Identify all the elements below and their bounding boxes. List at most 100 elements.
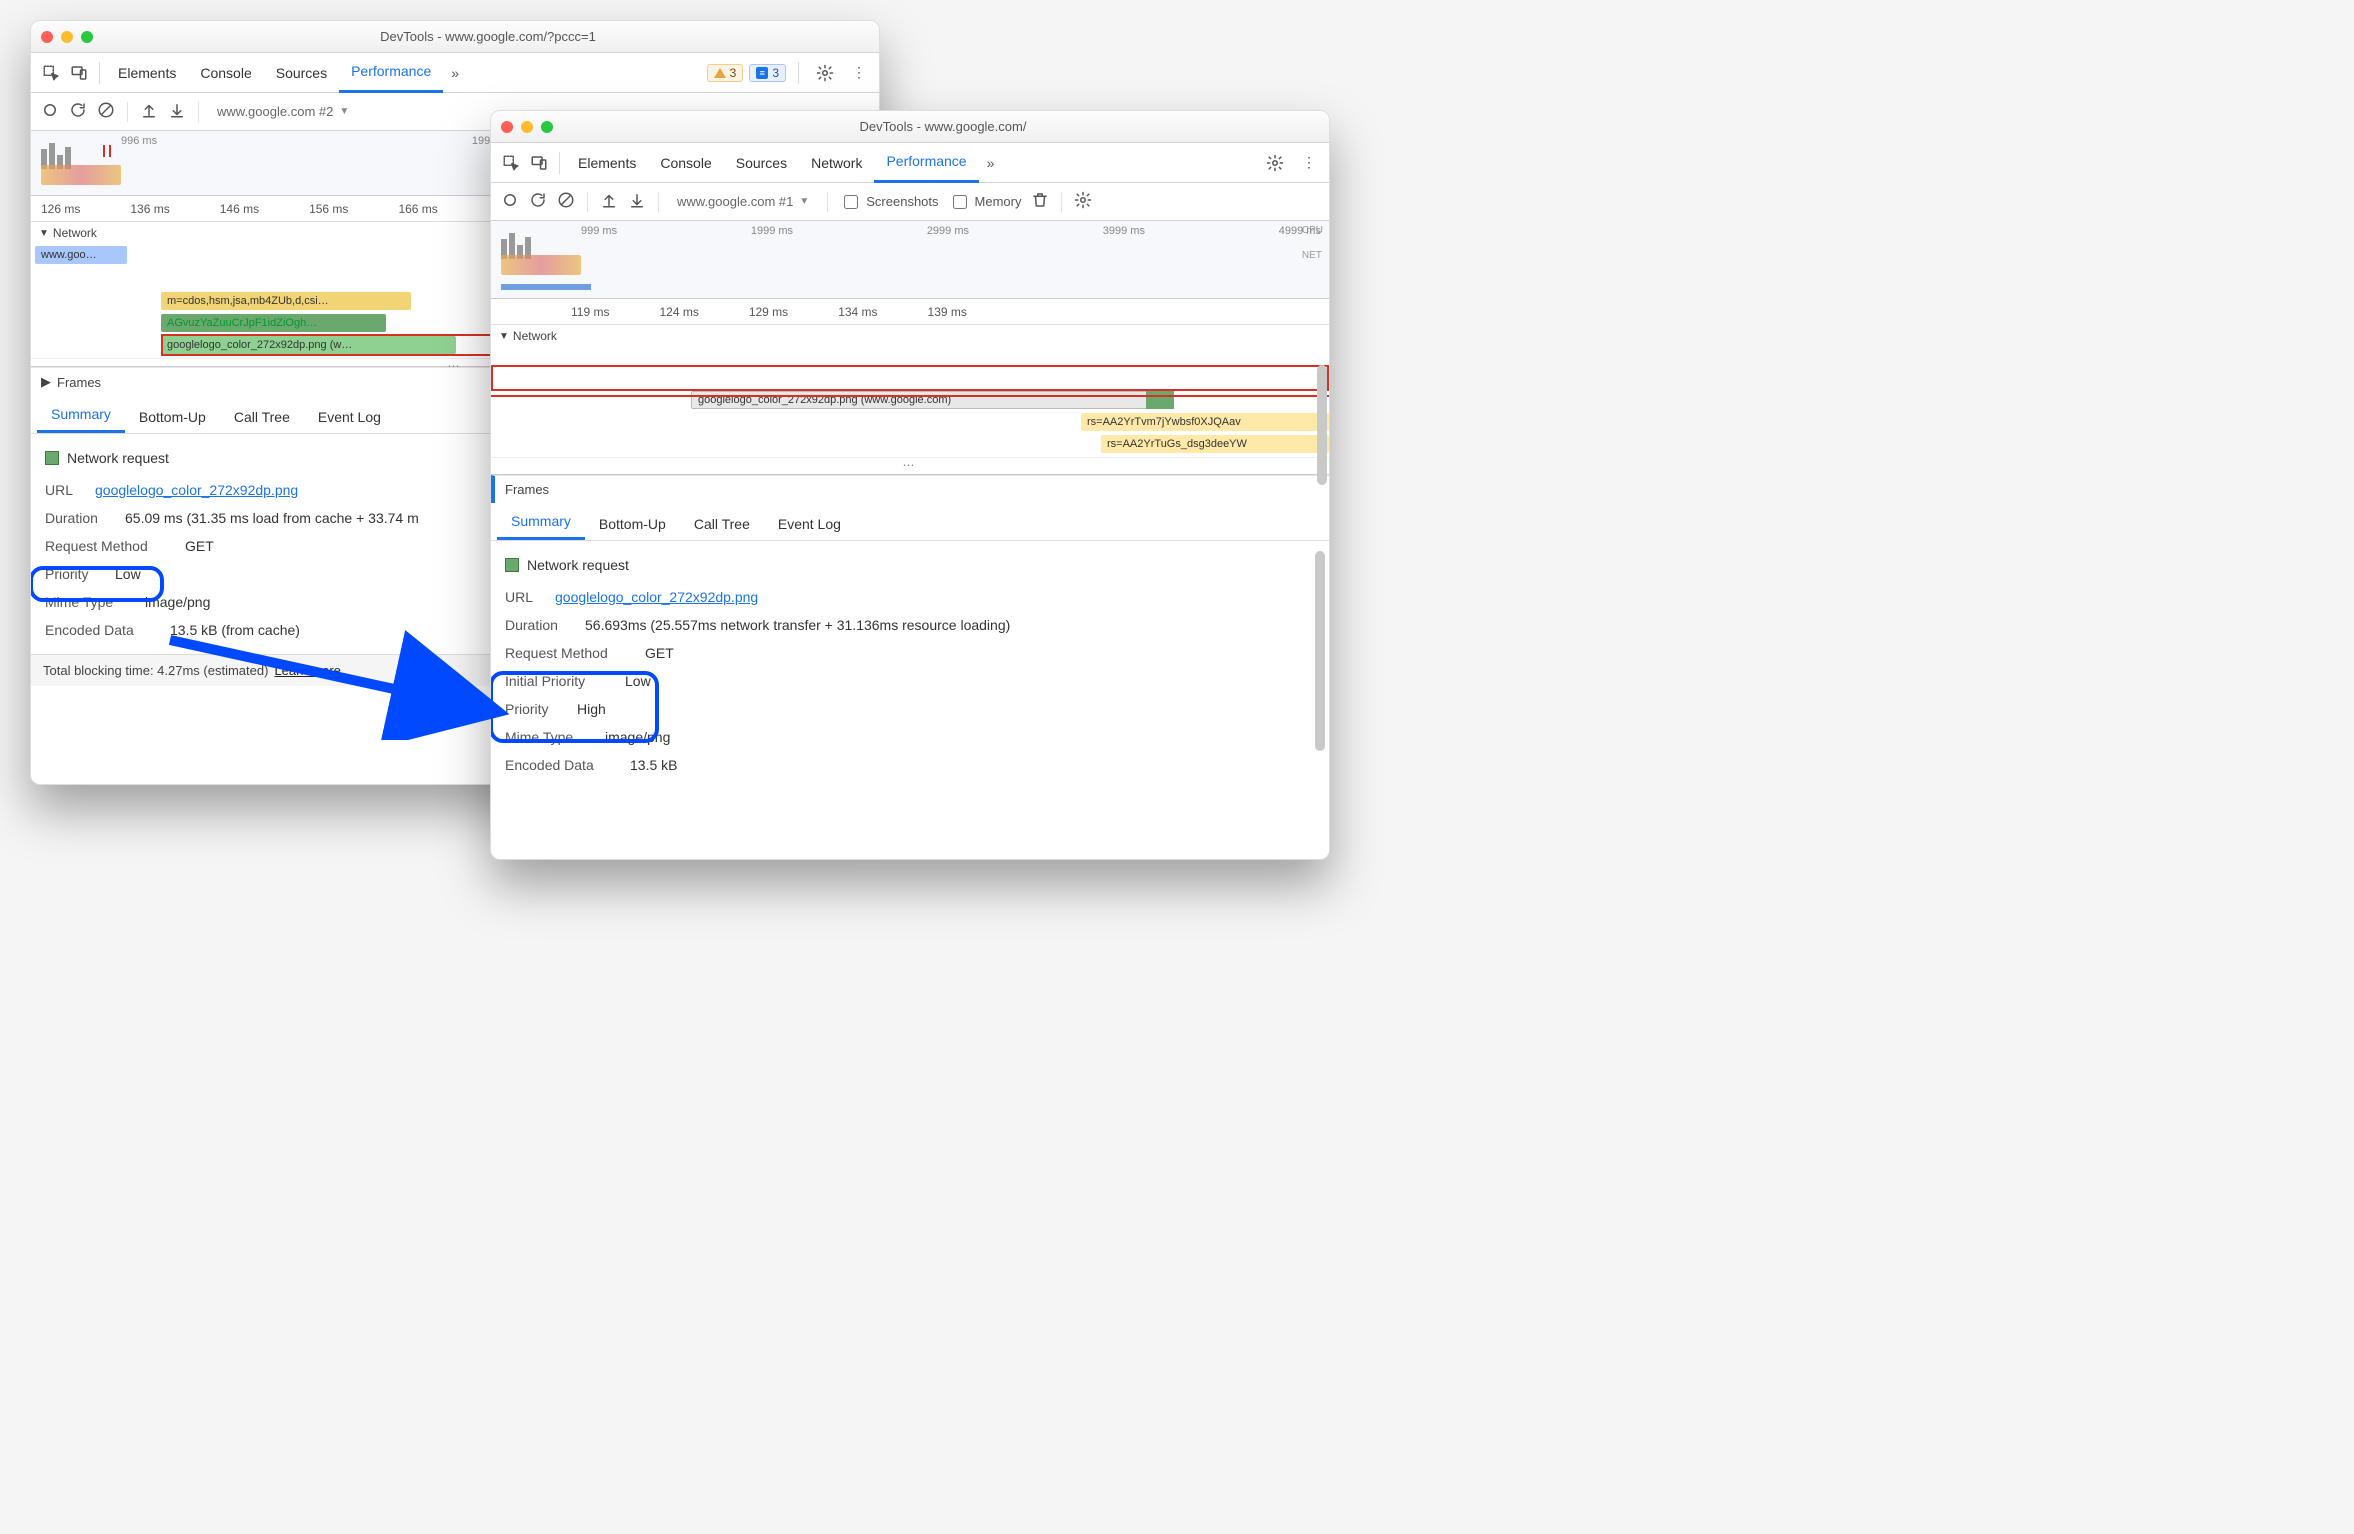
close-icon[interactable] <box>41 31 53 43</box>
minimize-icon[interactable] <box>61 31 73 43</box>
panel-heading: Network request <box>527 551 629 579</box>
clear-icon[interactable] <box>557 191 575 212</box>
recording-select[interactable]: www.google.com #1▼ <box>671 194 815 209</box>
kebab-icon[interactable]: ⋮ <box>1295 149 1323 177</box>
track-resize-handle[interactable]: ⋯ <box>491 457 1329 477</box>
info-badge[interactable]: ≡3 <box>749 64 786 82</box>
main-tabbar: Elements Console Sources Performance » 3… <box>31 53 879 93</box>
devtools-window-b: DevTools - www.google.com/ Elements Cons… <box>490 110 1330 860</box>
recording-select[interactable]: www.google.com #2▼ <box>211 104 355 119</box>
encoded-value: 13.5 kB <box>630 751 677 779</box>
panel-heading: Network request <box>67 444 169 472</box>
tab-elements[interactable]: Elements <box>106 53 188 93</box>
details-tabs: Summary Bottom-Up Call Tree Event Log <box>491 503 1329 541</box>
tab-console[interactable]: Console <box>648 143 723 183</box>
settings-icon[interactable] <box>811 59 839 87</box>
reload-icon[interactable] <box>529 191 547 212</box>
net-request-bar[interactable]: googlelogo_color_272x92dp.png (w… <box>161 336 456 354</box>
duration-value: 56.693ms (25.557ms network transfer + 31… <box>585 611 1010 639</box>
mime-label: Mime Type <box>45 588 135 616</box>
tab-sources[interactable]: Sources <box>724 143 799 183</box>
more-tabs-icon[interactable]: » <box>979 155 1003 171</box>
upload-icon[interactable] <box>140 101 158 122</box>
tab-console[interactable]: Console <box>188 53 263 93</box>
scrollbar[interactable] <box>1317 365 1327 485</box>
clear-icon[interactable] <box>97 101 115 122</box>
priority-label: Priority <box>505 695 567 723</box>
kebab-icon[interactable]: ⋮ <box>845 59 873 87</box>
time-ruler[interactable]: 119 ms 124 ms 129 ms 134 ms 139 ms <box>491 299 1329 325</box>
tab-network[interactable]: Network <box>799 143 874 183</box>
window-title: DevTools - www.google.com/ <box>567 119 1319 134</box>
reload-icon[interactable] <box>69 101 87 122</box>
subtab-bottom-up[interactable]: Bottom-Up <box>125 401 220 433</box>
trash-icon[interactable] <box>1031 191 1049 212</box>
blocking-time-text: Total blocking time: 4.27ms (estimated) <box>43 663 268 678</box>
tab-performance[interactable]: Performance <box>339 53 443 93</box>
more-tabs-icon[interactable]: » <box>443 65 467 81</box>
subtab-event-log[interactable]: Event Log <box>764 508 855 540</box>
subtab-bottom-up[interactable]: Bottom-Up <box>585 508 680 540</box>
zoom-icon[interactable] <box>81 31 93 43</box>
minimize-icon[interactable] <box>521 121 533 133</box>
settings-icon[interactable] <box>1261 149 1289 177</box>
tab-elements[interactable]: Elements <box>566 143 648 183</box>
initial-priority-value: Low <box>625 667 651 695</box>
zoom-icon[interactable] <box>541 121 553 133</box>
duration-label: Duration <box>45 504 115 532</box>
summary-panel: Network request URL googlelogo_color_272x… <box>491 541 1329 789</box>
inspect-icon[interactable] <box>37 59 65 87</box>
download-icon[interactable] <box>168 101 186 122</box>
close-icon[interactable] <box>501 121 513 133</box>
initial-priority-label: Initial Priority <box>505 667 615 695</box>
subtab-summary[interactable]: Summary <box>497 505 585 540</box>
timeline-overview[interactable]: 999 ms 1999 ms 2999 ms 3999 ms 4999 ms C… <box>491 221 1329 299</box>
mime-label: Mime Type <box>505 723 595 751</box>
cpu-label: CPU <box>1302 225 1323 236</box>
subtab-call-tree[interactable]: Call Tree <box>220 401 304 433</box>
scrollbar[interactable] <box>1315 551 1325 751</box>
net-request-bar[interactable]: rs=AA2YrTuGs_dsg3deeYW <box>1101 435 1329 453</box>
traffic-lights <box>41 31 93 43</box>
capture-settings-icon[interactable] <box>1074 191 1092 212</box>
method-label: Request Method <box>45 532 175 560</box>
frames-track-header[interactable]: Frames <box>491 475 1329 503</box>
memory-checkbox[interactable]: Memory <box>949 192 1022 212</box>
subtab-event-log[interactable]: Event Log <box>304 401 395 433</box>
net-request-bar[interactable]: googlelogo_color_272x92dp.png (www.googl… <box>691 391 1151 409</box>
device-toggle-icon[interactable] <box>525 149 553 177</box>
device-toggle-icon[interactable] <box>65 59 93 87</box>
net-label: NET <box>1302 250 1323 261</box>
warnings-badge[interactable]: 3 <box>707 64 744 82</box>
net-request-bar[interactable]: rs=AA2YrTvm7jYwbsf0XJQAav <box>1081 413 1329 431</box>
subtab-summary[interactable]: Summary <box>37 398 125 433</box>
subtab-call-tree[interactable]: Call Tree <box>680 508 764 540</box>
inspect-icon[interactable] <box>497 149 525 177</box>
titlebar: DevTools - www.google.com/ <box>491 111 1329 143</box>
duration-label: Duration <box>505 611 575 639</box>
ruler-tick: 156 ms <box>309 202 348 216</box>
window-title: DevTools - www.google.com/?pccc=1 <box>107 29 869 44</box>
record-icon[interactable] <box>501 191 519 212</box>
encoded-label: Encoded Data <box>45 616 160 644</box>
network-track-header[interactable]: ▼Network <box>491 325 1329 347</box>
encoded-label: Encoded Data <box>505 751 620 779</box>
net-request-bar[interactable]: AGvuzYaZuuCrJpF1idZiOgh… <box>161 314 386 332</box>
learn-more-link[interactable]: Learn more <box>274 663 340 678</box>
ruler-tick: 124 ms <box>659 305 698 319</box>
ruler-tick: 126 ms <box>41 202 80 216</box>
upload-icon[interactable] <box>600 191 618 212</box>
url-label: URL <box>505 583 545 611</box>
record-icon[interactable] <box>41 101 59 122</box>
tab-performance[interactable]: Performance <box>874 143 978 183</box>
download-icon[interactable] <box>628 191 646 212</box>
tab-sources[interactable]: Sources <box>264 53 339 93</box>
ruler-tick: 146 ms <box>220 202 259 216</box>
net-request-bar[interactable]: www.goo… <box>35 246 127 264</box>
screenshots-checkbox[interactable]: Screenshots <box>840 192 938 212</box>
main-tabbar: Elements Console Sources Network Perform… <box>491 143 1329 183</box>
ruler-tick: 166 ms <box>398 202 437 216</box>
url-link[interactable]: googlelogo_color_272x92dp.png <box>95 476 298 504</box>
url-link[interactable]: googlelogo_color_272x92dp.png <box>555 583 758 611</box>
net-request-bar[interactable]: m=cdos,hsm,jsa,mb4ZUb,d,csi… <box>161 292 411 310</box>
